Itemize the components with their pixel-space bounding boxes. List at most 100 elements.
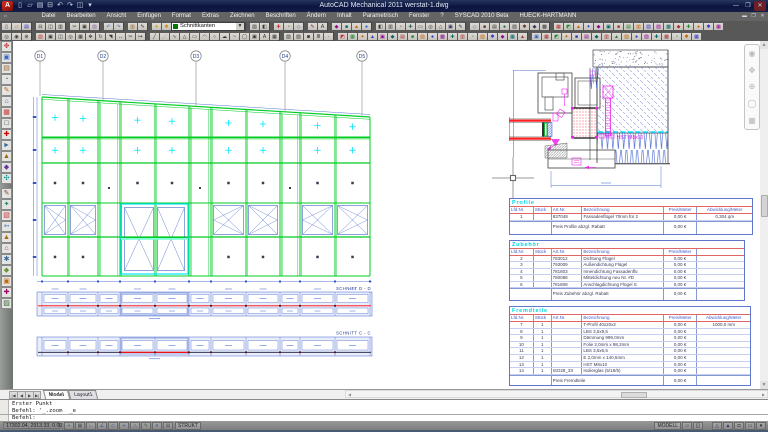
sys2-14-icon[interactable]: ◔ [467,31,477,41]
palette-13-icon[interactable]: ✣ [1,173,12,184]
tool-d-icon[interactable]: ✎ [307,21,317,31]
navigation-bar[interactable]: ◉ ✥ ⊕ ◯ ▦ [744,44,760,130]
tool-k-icon[interactable]: ▥ [385,21,395,31]
sys2-18-icon[interactable]: ▦ [507,31,517,41]
palette-18-icon[interactable]: ▲ [1,232,12,243]
palette-23-icon[interactable]: ✚ [1,287,12,298]
grid-icon[interactable]: ▦ [75,421,85,430]
sys-12-icon[interactable]: ▩ [663,21,673,31]
scroll-right-icon[interactable]: ▶ [760,392,767,398]
save-icon[interactable]: ▤ [21,21,31,31]
tool-q-icon[interactable]: ▣ [445,21,455,31]
snap-icon[interactable]: + [64,421,74,430]
palette-6-icon[interactable]: ⌂ [1,96,12,107]
sys3-10-icon[interactable]: ▧ [621,31,631,41]
zoom-previous-icon[interactable]: ◉ [11,31,21,41]
tool-p-icon[interactable]: △ [435,21,445,31]
tool-c-icon[interactable]: ◇ [293,21,303,31]
lock-icon[interactable]: ◘ [734,421,744,430]
command-line[interactable]: Erster Punkt Befehl: '_.zoom _e Befehl: [0,399,768,422]
sys2-7-icon[interactable]: ▤ [397,31,407,41]
sys3-16-icon[interactable]: ✱ [681,31,691,41]
menu-inhalt[interactable]: Inhalt [332,12,358,21]
palette-19-icon[interactable]: ⌂ [1,243,12,254]
menu-einf-gen[interactable]: Einfügen [132,12,167,21]
circle-icon[interactable]: ○ [209,31,219,41]
doc-restore-icon[interactable]: ❐ [749,12,758,21]
region-icon[interactable]: ◙ [303,31,313,41]
palette-7-icon[interactable]: ▦ [1,107,12,118]
tab-nav-prev[interactable]: ◀ [17,390,25,399]
sys2-10-icon[interactable]: ● [427,31,437,41]
sys-13-icon[interactable]: ◆ [673,21,683,31]
sys3-17-icon[interactable]: ▦ [691,31,701,41]
sys2-3-icon[interactable]: ✦ [357,31,367,41]
sys3-4-icon[interactable]: ✦ [561,31,571,41]
annot-scale-icon[interactable]: △ [712,421,722,430]
palette-21-icon[interactable]: ◆ [1,265,12,276]
sys3-14-icon[interactable]: ▩ [661,31,671,41]
xline-icon[interactable]: ⋰ [159,31,169,41]
maximize-vp-icon[interactable]: ◱ [693,421,703,430]
rotate-icon[interactable]: ↻ [95,31,105,41]
palette-15-icon[interactable]: ✦ [1,199,12,210]
sys-14-icon[interactable]: ✚ [683,21,693,31]
palette-24-icon[interactable]: ▨ [1,298,12,309]
osnap-icon[interactable]: ◇ [108,421,118,430]
sys3-7-icon[interactable]: ◆ [591,31,601,41]
stretch-icon[interactable]: ↔ [115,31,125,41]
sys2-1-icon[interactable]: ◩ [337,31,347,41]
sys2-5-icon[interactable]: ▣ [377,31,387,41]
revcloud-icon[interactable]: ☁ [219,31,229,41]
orbit-icon[interactable]: ◯ [748,99,757,108]
sys3-9-icon[interactable]: ▲ [611,31,621,41]
doc-minimize-icon[interactable]: ▬ [740,12,749,21]
sys2-9-icon[interactable]: ▧ [417,31,427,41]
steeringwheel-icon[interactable]: ◉ [749,49,756,58]
menu-format[interactable]: Format [166,12,196,21]
layer-properties-icon[interactable]: ✦ [151,21,161,31]
zoom-icon[interactable]: ⊕ [749,82,756,91]
extend-icon[interactable]: ↦ [135,31,145,41]
ducs-icon[interactable]: △ [130,421,140,430]
sys2-12-icon[interactable]: ✚ [447,31,457,41]
minimize-icon[interactable]: — [730,1,742,11]
modell-button[interactable]: MODELL [654,421,681,430]
multiline-icon[interactable]: ≣ [313,31,323,41]
tool-b-icon[interactable]: ◔ [283,21,293,31]
sys3-3-icon[interactable]: ◩ [551,31,561,41]
polar-icon[interactable]: ∠ [97,421,107,430]
sys3-11-icon[interactable]: ● [631,31,641,41]
mirror-icon[interactable]: ◫ [55,31,65,41]
rectangle-icon[interactable]: ▭ [189,31,199,41]
copy-clip-icon[interactable]: ▣ [79,21,89,31]
palette-8-icon[interactable]: □ [1,118,12,129]
sys3-5-icon[interactable]: ■ [571,31,581,41]
plot-icon[interactable]: ⊟ [35,21,45,31]
line-icon[interactable]: ╱ [149,31,159,41]
palette-22-icon[interactable]: ▣ [1,276,12,287]
menu-beschriften[interactable]: Beschriften [260,12,301,21]
arc-icon[interactable]: ◠ [199,31,209,41]
sys2-19-icon[interactable]: ▲ [517,31,527,41]
strukt-button[interactable]: STRUKT [175,421,201,430]
tool-s-icon[interactable]: ◇ [469,21,479,31]
menu-fenster[interactable]: Fenster [404,12,435,21]
properties-icon[interactable]: ◧ [259,21,269,31]
sheetset-icon[interactable]: ▥ [127,21,137,31]
tab-nav-first[interactable]: |◀ [9,390,17,399]
sys2-15-icon[interactable]: ▨ [477,31,487,41]
tool-w-icon[interactable]: ▨ [509,21,519,31]
tab-layout1[interactable]: Layout1 [67,390,99,399]
vscroll-thumb[interactable] [760,195,768,217]
open-icon[interactable]: ▱ [11,21,21,31]
tool-j-icon[interactable]: ◧ [375,21,385,31]
tool-x-icon[interactable]: ✱ [519,21,529,31]
insert-block-icon[interactable]: ▣ [249,31,259,41]
menu-parametrisch[interactable]: Parametrisch [357,12,403,21]
palette-3-icon[interactable]: ▤ [1,63,12,74]
tool-z-icon[interactable]: ▩ [539,21,549,31]
move-icon[interactable]: ✥ [85,31,95,41]
pan-icon[interactable]: ✥ [749,66,756,75]
sys2-16-icon[interactable]: ✱ [487,31,497,41]
